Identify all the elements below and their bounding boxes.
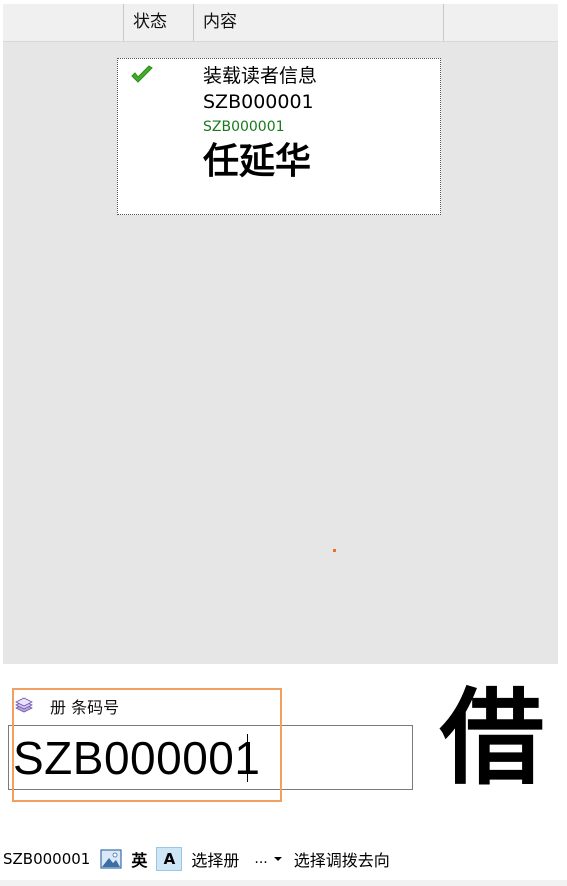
- item-title: 装载读者信息: [203, 65, 318, 87]
- list-item[interactable]: 装载读者信息 SZB000001 SZB000001 任延华: [117, 58, 441, 215]
- book-stack-icon: [15, 697, 33, 713]
- select-item-button[interactable]: 选择册: [191, 847, 239, 871]
- barcode-input[interactable]: SZB000001: [8, 725, 413, 790]
- font-toggle-button[interactable]: A: [156, 847, 183, 871]
- column-header-content[interactable]: 内容: [203, 11, 237, 33]
- barcode-label: 册 条码号: [50, 698, 120, 717]
- more-label: ...: [254, 851, 268, 867]
- list-header: 状态 内容: [3, 4, 558, 42]
- barcode-input-value[interactable]: SZB000001: [13, 730, 260, 786]
- column-separator[interactable]: [443, 4, 444, 41]
- window-bottom-edge: [0, 880, 567, 886]
- item-barcode-secondary: SZB000001: [203, 119, 285, 135]
- text-caret: [247, 734, 248, 782]
- item-list-panel[interactable]: 状态 内容 装载读者信息 SZB000001 SZB000001 任延华: [3, 4, 558, 664]
- chevron-down-icon: [273, 857, 282, 861]
- marker-dot: [333, 549, 336, 552]
- check-icon: [131, 65, 153, 83]
- reader-name: 任延华: [203, 141, 312, 182]
- column-separator[interactable]: [123, 4, 124, 41]
- status-bar: SZB000001 英 A 选择册 ... 选择调拨去向: [0, 844, 567, 874]
- column-separator[interactable]: [193, 4, 194, 41]
- select-transfer-destination-button[interactable]: 选择调拨去向: [294, 847, 390, 871]
- borrow-action-label: 借: [440, 677, 545, 799]
- ime-toggle[interactable]: 英: [131, 847, 147, 871]
- status-barcode: SZB000001: [3, 850, 91, 868]
- item-barcode: SZB000001: [203, 91, 314, 113]
- column-header-status[interactable]: 状态: [133, 11, 167, 33]
- picture-icon[interactable]: [100, 849, 122, 869]
- barcode-label-row: 册 条码号: [14, 694, 119, 718]
- more-dropdown[interactable]: ...: [254, 851, 282, 867]
